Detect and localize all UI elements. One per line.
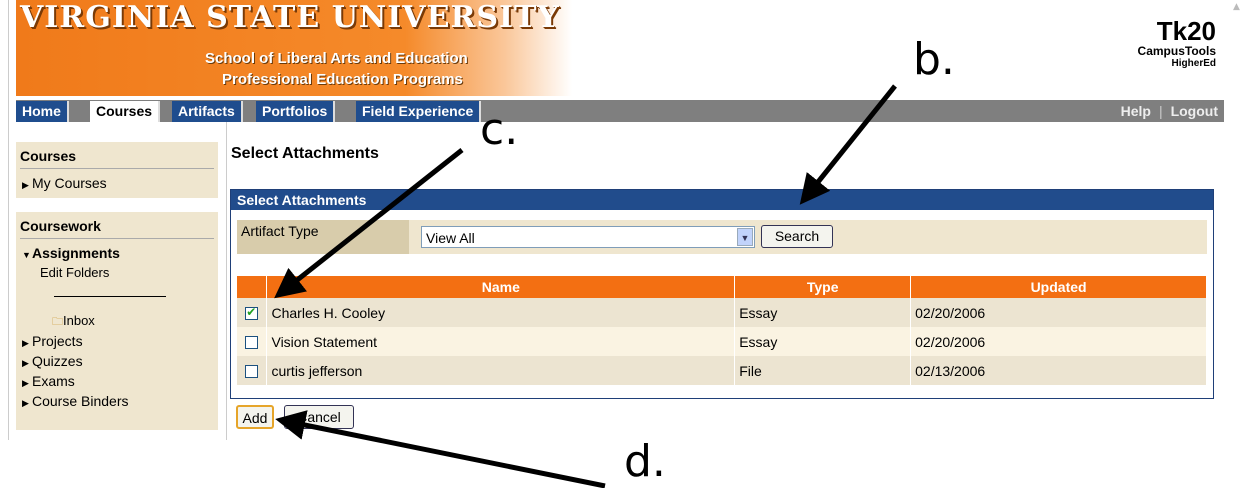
annotation-arrow-b <box>799 84 897 205</box>
annotation-arrow-c <box>274 148 464 299</box>
annotation-arrow-d <box>275 410 606 488</box>
annotation-arrows <box>274 84 897 488</box>
